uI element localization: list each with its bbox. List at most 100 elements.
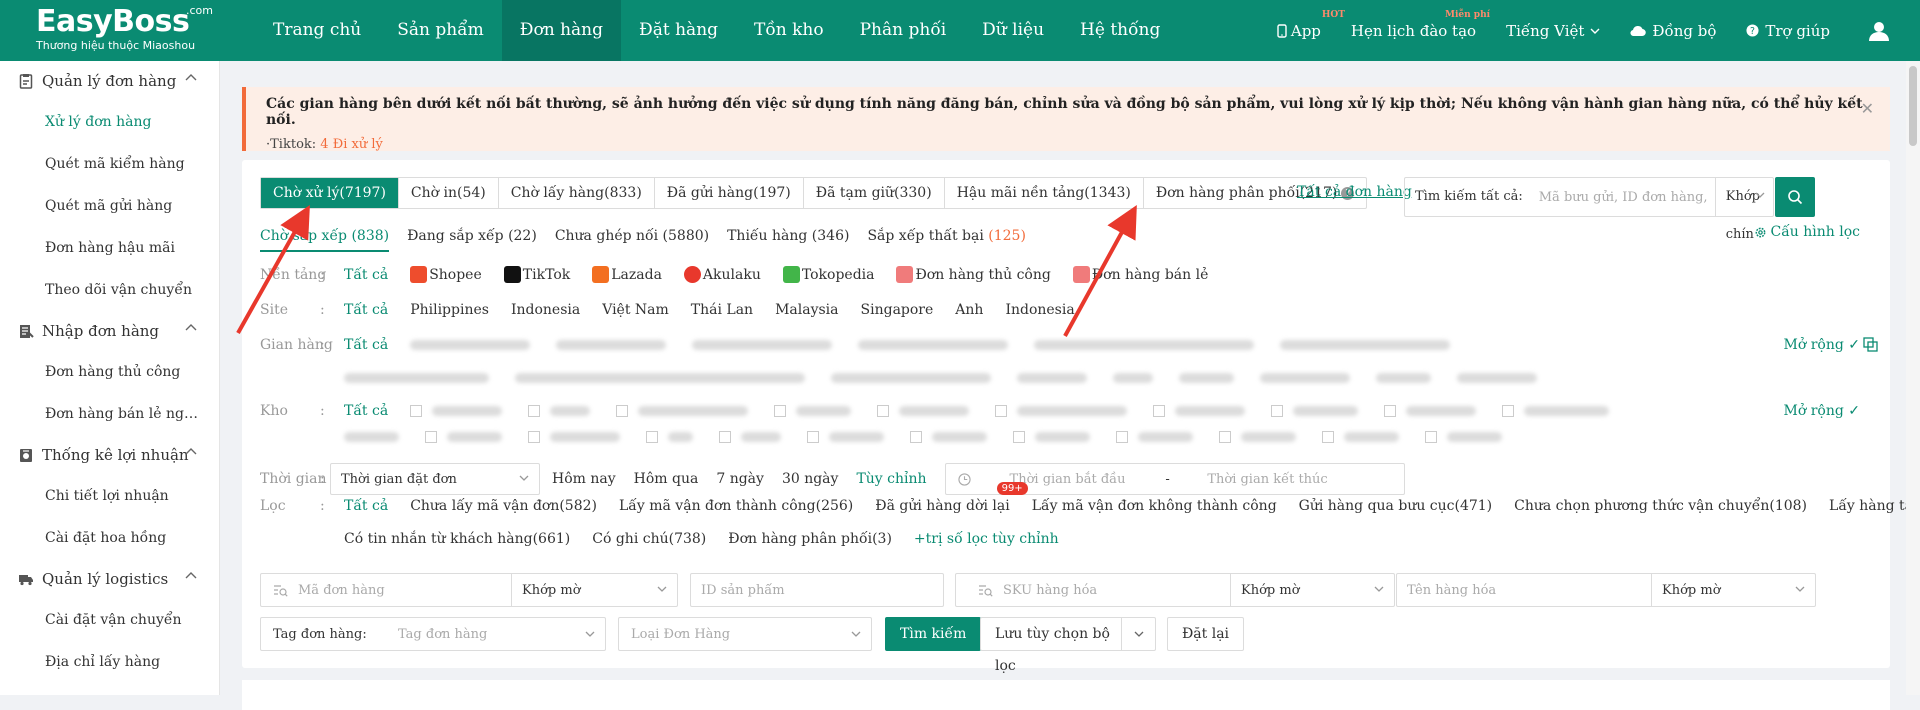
platform-all[interactable]: Tất cả xyxy=(344,267,388,283)
sidebar-group-logistics[interactable]: Quản lý logistics xyxy=(0,559,219,599)
sidebar-item-process-orders[interactable]: Xử lý đơn hàng xyxy=(0,101,219,143)
help-button[interactable]: ? Trợ giúp xyxy=(1746,22,1830,40)
platform-lazada[interactable]: Lazada xyxy=(592,266,662,283)
sidebar-item-tracking[interactable]: Theo dõi vận chuyển xyxy=(0,269,219,311)
blurred-shop[interactable] xyxy=(858,340,1009,350)
nav-home[interactable]: Trang chủ xyxy=(255,0,379,61)
warehouse-checkbox[interactable] xyxy=(528,431,540,443)
sidebar-group-order-mgmt[interactable]: Quản lý đơn hàng xyxy=(0,61,219,101)
match-mode-select[interactable]: Khớp chín xyxy=(1714,178,1773,242)
global-search-button[interactable] xyxy=(1775,177,1815,217)
sidebar-item-commission-settings[interactable]: Cài đặt hoa hồng xyxy=(0,517,219,559)
training-link[interactable]: Hẹn lịch đào tạo Miễn phí xyxy=(1351,10,1490,40)
sidebar-item-profit-detail[interactable]: Chi tiết lợi nhuận xyxy=(0,475,219,517)
tab-on-hold[interactable]: Đã tạm giữ(330) xyxy=(804,178,945,208)
time-custom[interactable]: Tùy chỉnh xyxy=(856,471,926,487)
order-type-select[interactable]: Loại Đơn Hàng xyxy=(618,617,872,651)
time-quick-today[interactable]: Hôm nay xyxy=(552,471,616,487)
filter-option[interactable]: Gửi hàng qua bưu cục(471) xyxy=(1299,498,1492,514)
blurred-shop[interactable] xyxy=(692,340,833,350)
warehouse-checkbox[interactable] xyxy=(1116,431,1128,443)
nav-data[interactable]: Dữ liệu xyxy=(964,0,1062,61)
blurred-shop[interactable] xyxy=(556,340,667,350)
site-option[interactable]: Anh xyxy=(955,302,983,318)
warehouse-checkbox[interactable] xyxy=(646,431,658,443)
nav-inventory[interactable]: Tồn kho xyxy=(736,0,842,61)
global-search-input[interactable] xyxy=(1532,178,1715,216)
site-all[interactable]: Tất cả xyxy=(344,302,388,318)
platform-shopee[interactable]: Shopee xyxy=(410,266,482,283)
tab-to-pickup[interactable]: Chờ lấy hàng(833) xyxy=(499,178,655,208)
platform-retail[interactable]: Đơn hàng bán lẻ xyxy=(1072,266,1208,283)
site-option[interactable]: Việt Nam xyxy=(602,302,669,318)
warehouse-checkbox[interactable] xyxy=(995,405,1008,417)
shop-all[interactable]: Tất cả xyxy=(344,337,388,353)
reset-button[interactable]: Đặt lại xyxy=(1167,617,1245,651)
blurred-shop[interactable] xyxy=(1034,340,1255,350)
product-id-input[interactable] xyxy=(701,582,931,598)
warehouse-checkbox[interactable] xyxy=(1425,431,1437,443)
site-option[interactable]: Malaysia xyxy=(775,302,838,318)
warehouse-all[interactable]: Tất cả xyxy=(344,403,388,419)
filter-config-link[interactable]: Cấu hình lọc xyxy=(1754,224,1860,240)
time-quick-30days[interactable]: 30 ngày xyxy=(782,471,839,487)
site-option[interactable]: Singapore xyxy=(861,302,934,318)
filter-all[interactable]: Tất cả xyxy=(344,498,388,514)
sidebar-item-external-retail[interactable]: Đơn hàng bán lẻ ngoại... xyxy=(0,393,219,435)
filter-option[interactable]: Chưa lấy mã vận đơn(582) xyxy=(410,498,597,514)
sidebar-item-pickup-address[interactable]: Địa chỉ lấy hàng xyxy=(0,641,219,683)
search-button[interactable]: Tìm kiếm xyxy=(885,617,982,651)
platform-tiktok[interactable]: TikTok xyxy=(503,266,570,283)
order-number-input[interactable] xyxy=(298,582,498,598)
blurred-shop[interactable] xyxy=(344,373,489,383)
sku-input[interactable] xyxy=(1003,582,1203,598)
sidebar-item-scan-ship[interactable]: Quét mã gửi hàng xyxy=(0,185,219,227)
blurred-shop[interactable] xyxy=(410,340,531,350)
platform-manual[interactable]: Đơn hàng thủ công xyxy=(896,266,1051,283)
warehouse-checkbox[interactable] xyxy=(910,431,922,443)
blurred-shop[interactable] xyxy=(1179,373,1234,383)
order-tag-select[interactable]: Tag đơn hàng: Tag đơn hàng xyxy=(260,617,606,651)
product-name-match-select[interactable]: Khớp mờ xyxy=(1651,574,1815,606)
subtab-unmatched[interactable]: Chưa ghép nối (5880) xyxy=(555,228,709,252)
warehouse-checkbox[interactable] xyxy=(616,405,629,417)
subtab-awaiting-arrange[interactable]: Chờ sắp xếp (838) xyxy=(260,228,390,252)
warehouse-checkbox[interactable] xyxy=(1013,431,1025,443)
close-icon[interactable]: ✕ xyxy=(1861,99,1874,118)
filter-option[interactable]: Có ghi chú(738) xyxy=(592,531,706,547)
tab-to-print[interactable]: Chờ in(54) xyxy=(399,178,499,208)
subtab-out-of-stock[interactable]: Thiếu hàng (346) xyxy=(727,228,849,252)
save-filter-dropdown[interactable] xyxy=(1121,618,1155,650)
sku-match-select[interactable]: Khớp mờ xyxy=(1230,574,1394,606)
filter-option[interactable]: Đơn hàng phân phối(3) xyxy=(728,531,892,547)
logo[interactable]: EasyBoss .com Thương hiệu thuộc Miaoshou xyxy=(36,4,213,52)
copy-icon[interactable] xyxy=(1863,337,1878,352)
app-link[interactable]: App HOT xyxy=(1277,10,1345,40)
site-option[interactable]: Indonesia xyxy=(511,302,580,318)
site-option[interactable]: Thái Lan xyxy=(691,302,753,318)
tab-shipped[interactable]: Đã gửi hàng(197) xyxy=(655,178,804,208)
blurred-shop[interactable] xyxy=(1376,373,1431,383)
scrollbar-thumb[interactable] xyxy=(1909,66,1917,146)
nav-system[interactable]: Hệ thống xyxy=(1062,0,1178,61)
filter-option[interactable]: Có tin nhắn từ khách hàng(661) xyxy=(344,531,570,547)
nav-products[interactable]: Sản phẩm xyxy=(379,0,502,61)
filter-option-delayed[interactable]: Đã gửi hàng dời lại 99+ xyxy=(875,482,1028,514)
shop-expand-link[interactable]: Mở rộng ✓ xyxy=(1783,337,1860,353)
warehouse-checkbox[interactable] xyxy=(719,431,731,443)
sidebar-item-scan-check[interactable]: Quét mã kiểm hàng xyxy=(0,143,219,185)
filter-option[interactable]: Lấy mã vận đơn không thành công xyxy=(1032,498,1277,514)
warehouse-checkbox[interactable] xyxy=(877,405,890,417)
blurred-shop[interactable] xyxy=(1260,373,1350,383)
warehouse-checkbox[interactable] xyxy=(1384,405,1397,417)
user-avatar-icon[interactable] xyxy=(1868,20,1890,42)
platform-akulaku[interactable]: Akulaku xyxy=(683,266,761,283)
all-orders-link[interactable]: Tất cả đơn hàng xyxy=(1297,184,1412,200)
warehouse-checkbox[interactable] xyxy=(1502,405,1515,417)
alert-action-link[interactable]: 4 Đi xử lý xyxy=(320,137,383,152)
time-quick-yesterday[interactable]: Hôm qua xyxy=(634,471,699,487)
sidebar-item-shipping-settings[interactable]: Cài đặt vận chuyển xyxy=(0,599,219,641)
blurred-shop[interactable] xyxy=(1017,373,1087,383)
time-quick-7days[interactable]: 7 ngày xyxy=(716,471,764,487)
language-select[interactable]: Tiếng Việt xyxy=(1506,22,1600,40)
